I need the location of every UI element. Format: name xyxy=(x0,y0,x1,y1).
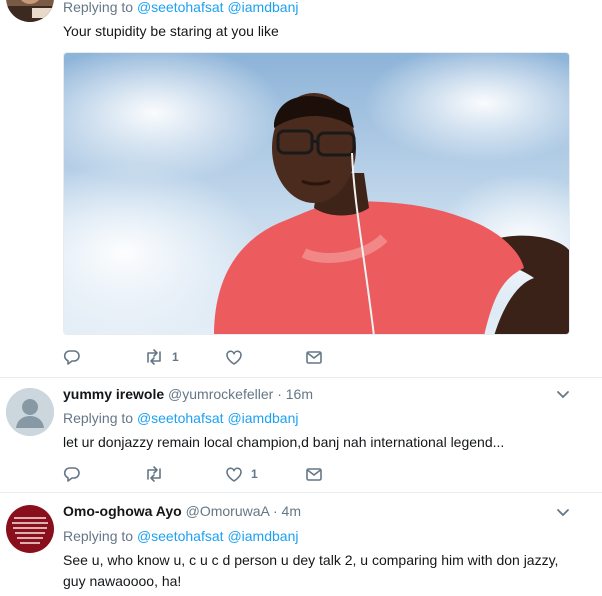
tweet-header: Omo-oghowa Ayo @OmoruwaA · 4m xyxy=(63,501,301,521)
avatar[interactable] xyxy=(6,505,54,553)
timeline: Replying to @seetohafsat @iamdbanj Your … xyxy=(0,0,602,596)
tweet-text: let ur donjazzy remain local champion,d … xyxy=(63,434,505,450)
retweet-icon xyxy=(147,349,161,365)
reply-button[interactable] xyxy=(63,465,89,483)
tweet-actions: 1 xyxy=(63,465,363,483)
tweet-text-line: See u, who know u, c u c d person u dey … xyxy=(63,552,559,568)
separator: · xyxy=(277,386,282,402)
replying-to: Replying to @seetohafsat @iamdbanj xyxy=(63,528,299,544)
reply-button[interactable] xyxy=(63,348,89,366)
chevron-down-icon[interactable] xyxy=(556,508,570,518)
mention-link[interactable]: @seetohafsat xyxy=(137,410,224,426)
heart-icon xyxy=(226,350,242,365)
retweet-icon xyxy=(147,466,161,482)
tweet-actions: 1 xyxy=(63,348,363,366)
timestamp[interactable]: 16m xyxy=(286,386,313,402)
tweet[interactable]: Omo-oghowa Ayo @OmoruwaA · 4m Replying t… xyxy=(0,493,602,596)
chevron-down-icon[interactable] xyxy=(556,390,570,400)
tweet[interactable]: yummy irewole @yumrockefeller · 16m Repl… xyxy=(0,378,602,493)
separator: · xyxy=(272,503,278,519)
retweet-button[interactable]: 1 xyxy=(144,348,179,366)
message-icon xyxy=(306,351,322,364)
reply-icon xyxy=(63,467,80,482)
replying-to: Replying to @seetohafsat @iamdbanj xyxy=(63,410,299,426)
message-icon xyxy=(306,468,322,481)
replying-to: Replying to @seetohafsat @iamdbanj xyxy=(63,0,299,15)
like-button[interactable] xyxy=(225,348,251,366)
display-name[interactable]: yummy irewole xyxy=(63,386,164,402)
display-name[interactable]: Omo-oghowa Ayo xyxy=(63,503,182,519)
like-count: 1 xyxy=(251,467,258,481)
avatar[interactable] xyxy=(6,0,54,22)
direct-message-button[interactable] xyxy=(305,465,323,483)
timestamp[interactable]: 4m xyxy=(282,503,301,519)
handle[interactable]: @OmoruwaA xyxy=(186,503,269,519)
mention-link[interactable]: @seetohafsat xyxy=(137,0,224,15)
avatar[interactable] xyxy=(6,388,54,436)
retweet-count: 1 xyxy=(172,350,179,364)
mention-link[interactable]: @iamdbanj xyxy=(227,528,298,544)
like-button[interactable]: 1 xyxy=(225,465,258,483)
tweet-text: Your stupidity be staring at you like xyxy=(63,23,279,39)
tweet[interactable]: Replying to @seetohafsat @iamdbanj Your … xyxy=(0,0,602,378)
reply-icon xyxy=(63,350,80,365)
tweet-photo[interactable] xyxy=(63,52,570,335)
tweet-header: yummy irewole @yumrockefeller · 16m xyxy=(63,384,313,404)
handle[interactable]: @yumrockefeller xyxy=(168,386,273,402)
retweet-button[interactable] xyxy=(144,465,172,483)
mention-link[interactable]: @iamdbanj xyxy=(227,410,298,426)
heart-icon xyxy=(226,467,242,482)
mention-link[interactable]: @iamdbanj xyxy=(227,0,298,15)
mention-link[interactable]: @seetohafsat xyxy=(137,528,224,544)
tweet-text-line: guy nawaoooo, ha! xyxy=(63,573,182,589)
direct-message-button[interactable] xyxy=(305,348,323,366)
